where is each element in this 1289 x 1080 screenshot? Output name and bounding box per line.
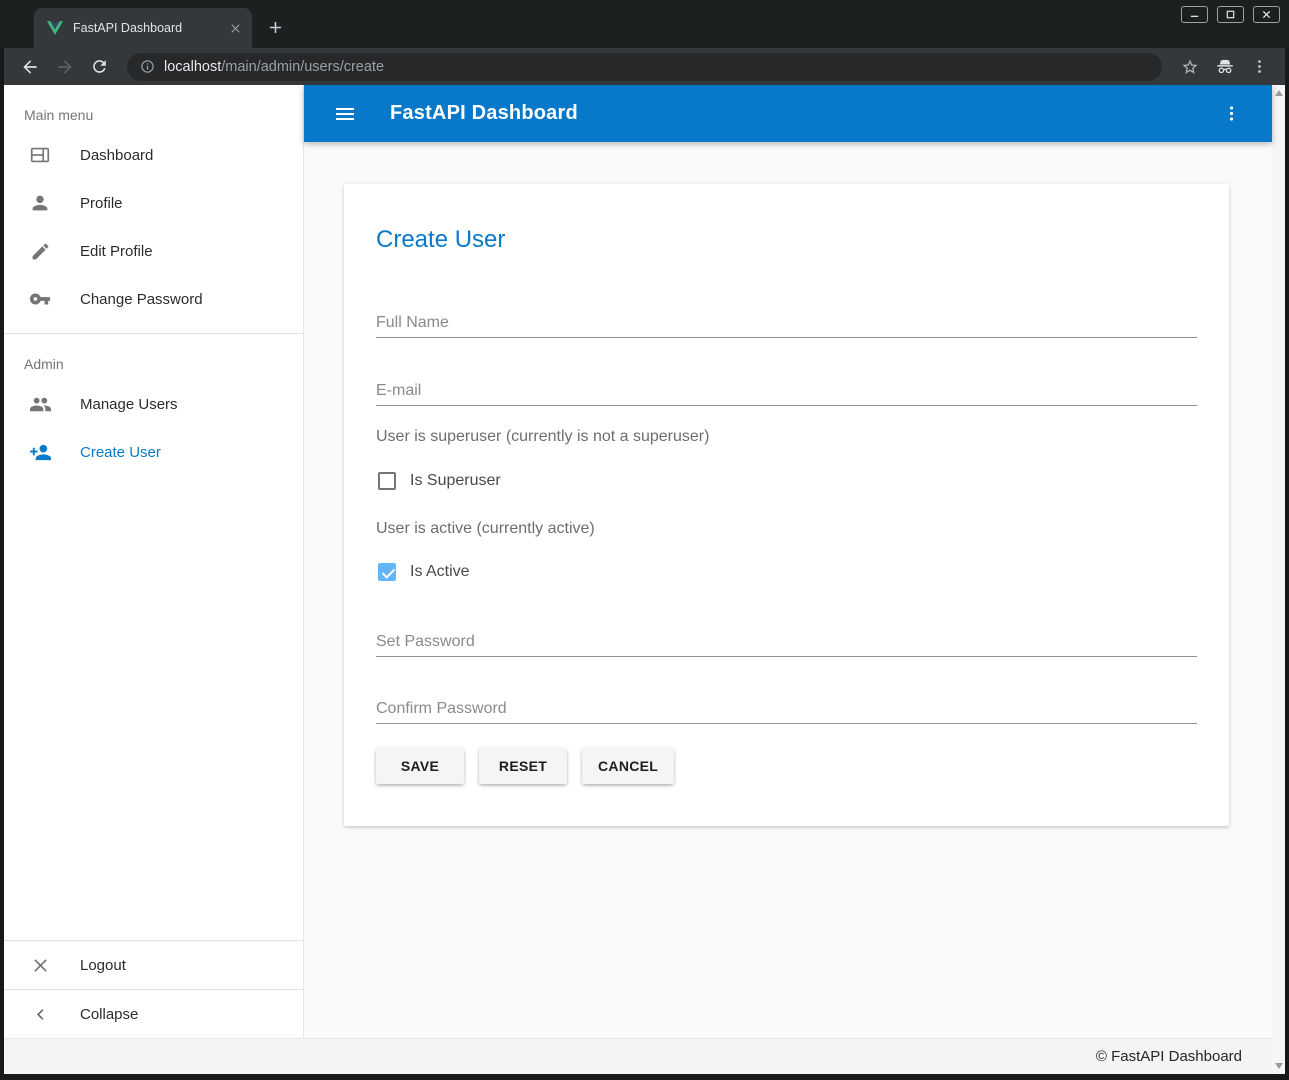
address-bar[interactable]: localhost/main/admin/users/create (127, 53, 1162, 81)
sidebar-section-main-menu: Main menu (4, 85, 303, 131)
pencil-icon (28, 239, 52, 263)
vertical-scrollbar[interactable] (1272, 85, 1285, 1074)
logout-x-icon (28, 953, 52, 977)
chevron-left-icon (28, 1002, 52, 1026)
cancel-button[interactable]: CANCEL (582, 748, 674, 784)
sidebar-item-label: Change Password (80, 291, 203, 308)
tab-close-icon[interactable] (226, 19, 244, 37)
new-tab-icon[interactable] (261, 13, 289, 41)
full-name-field[interactable] (376, 308, 1197, 338)
confirm-password-field[interactable] (376, 694, 1197, 724)
sidebar-item-collapse[interactable]: Collapse (4, 990, 303, 1038)
forward-icon[interactable] (49, 51, 80, 82)
incognito-icon[interactable] (1209, 51, 1240, 82)
tab-title: FastAPI Dashboard (73, 21, 226, 35)
email-field[interactable] (376, 376, 1197, 406)
sidebar-item-manage-users[interactable]: Manage Users (4, 380, 303, 428)
browser-toolbar: localhost/main/admin/users/create (4, 48, 1285, 85)
sidebar-item-edit-profile[interactable]: Edit Profile (4, 227, 303, 275)
checkbox-checked-icon[interactable] (378, 563, 396, 581)
app-title: FastAPI Dashboard (390, 102, 578, 125)
dashboard-icon (28, 143, 52, 167)
form-actions: SAVE RESET CANCEL (376, 748, 1197, 784)
hamburger-icon[interactable] (329, 98, 361, 130)
sidebar-item-label: Manage Users (80, 396, 178, 413)
sidebar-item-profile[interactable]: Profile (4, 179, 303, 227)
page-footer: © FastAPI Dashboard (4, 1038, 1272, 1074)
key-icon (28, 287, 52, 311)
sidebar-item-label: Dashboard (80, 147, 153, 164)
create-user-card: Create User User is superuser (currently… (344, 184, 1229, 826)
vue-logo-icon (47, 20, 63, 36)
page-title: Create User (376, 226, 1197, 254)
sidebar-item-label: Logout (80, 957, 126, 974)
sidebar-item-label: Create User (80, 444, 161, 461)
scroll-up-icon[interactable] (1275, 90, 1283, 96)
back-icon[interactable] (14, 51, 45, 82)
info-icon[interactable] (140, 59, 155, 74)
appbar-menu-icon[interactable] (1215, 98, 1247, 130)
page-viewport: Main menu Dashboard Profile Edit Profile… (4, 85, 1285, 1074)
sidebar-item-dashboard[interactable]: Dashboard (4, 131, 303, 179)
window-controls (1181, 6, 1280, 23)
sidebar-item-create-user[interactable]: Create User (4, 428, 303, 476)
active-hint: User is active (currently active) (376, 520, 1197, 538)
minimize-icon[interactable] (1181, 6, 1208, 23)
window-close-icon[interactable] (1253, 6, 1280, 23)
browser-titlebar: FastAPI Dashboard (0, 0, 1289, 48)
url-path: /main/admin/users/create (221, 59, 384, 75)
star-icon[interactable] (1174, 51, 1205, 82)
browser-menu-icon[interactable] (1244, 51, 1275, 82)
save-button[interactable]: SAVE (376, 748, 464, 784)
app-bar: FastAPI Dashboard (304, 85, 1272, 142)
reload-icon[interactable] (84, 51, 115, 82)
is-superuser-checkbox[interactable]: Is Superuser (376, 471, 1197, 491)
sidebar: Main menu Dashboard Profile Edit Profile… (4, 85, 304, 1038)
sidebar-item-logout[interactable]: Logout (4, 941, 303, 989)
maximize-icon[interactable] (1217, 6, 1244, 23)
is-active-checkbox[interactable]: Is Active (376, 562, 1197, 582)
browser-tab[interactable]: FastAPI Dashboard (34, 8, 252, 48)
set-password-field[interactable] (376, 627, 1197, 657)
sidebar-item-label: Profile (80, 195, 123, 212)
sidebar-spacer (4, 476, 303, 940)
people-icon (28, 392, 52, 416)
checkbox-label: Is Superuser (410, 472, 501, 490)
person-icon (28, 191, 52, 215)
sidebar-item-label: Collapse (80, 1006, 138, 1023)
checkbox-unchecked-icon[interactable] (378, 472, 396, 490)
sidebar-item-label: Edit Profile (80, 243, 153, 260)
sidebar-item-change-password[interactable]: Change Password (4, 275, 303, 323)
url-host: localhost (164, 59, 221, 75)
main-area: FastAPI Dashboard Create User User is su… (304, 85, 1272, 1038)
person-add-icon (28, 440, 52, 464)
copyright-text: © FastAPI Dashboard (1096, 1048, 1242, 1065)
url-text: localhost/main/admin/users/create (164, 59, 384, 75)
reset-button[interactable]: RESET (479, 748, 567, 784)
checkbox-label: Is Active (410, 563, 470, 581)
scroll-down-icon[interactable] (1275, 1063, 1283, 1069)
sidebar-section-admin: Admin (4, 334, 303, 380)
superuser-hint: User is superuser (currently is not a su… (376, 428, 1197, 446)
